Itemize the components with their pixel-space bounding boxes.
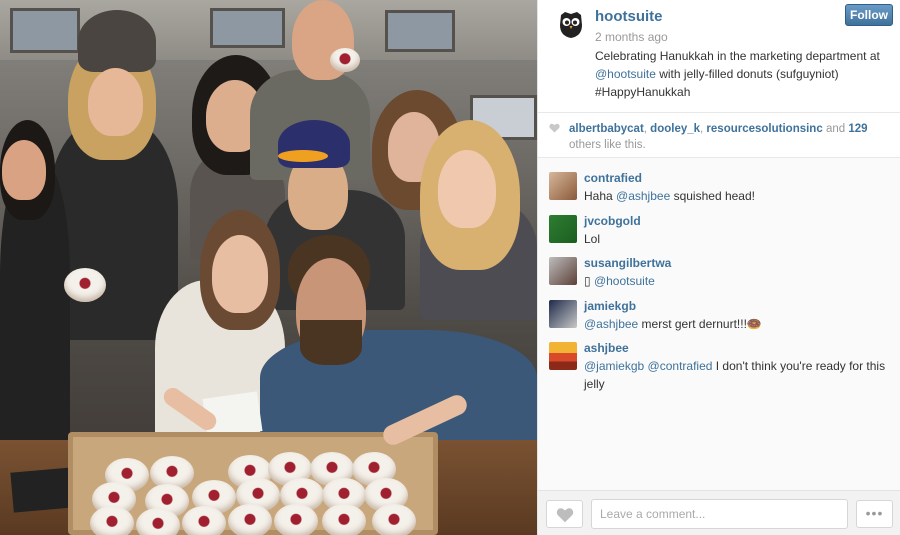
- commenter-avatar[interactable]: [549, 172, 577, 200]
- more-options-button[interactable]: •••: [856, 500, 893, 528]
- likes-count[interactable]: 129: [848, 123, 867, 135]
- owl-logo-icon[interactable]: [558, 11, 584, 39]
- comment-body: merst gert dernurt!!!🍩: [638, 316, 762, 331]
- comment-mention-link[interactable]: @ashjbee: [616, 189, 670, 203]
- comment-item: contrafied Haha @ashjbee squished head!: [538, 166, 900, 209]
- donut: [136, 508, 180, 535]
- post-photo: [0, 0, 537, 535]
- donut: [228, 504, 272, 535]
- like-button[interactable]: [546, 500, 583, 528]
- cap-brim: [278, 150, 328, 162]
- likes-and: and: [825, 123, 846, 135]
- commenter-avatar[interactable]: [549, 299, 577, 328]
- comment-text: @jamiekgb @contrafied I don't think you'…: [584, 357, 889, 393]
- beard: [300, 320, 362, 365]
- person-face: [2, 140, 46, 200]
- donut: [372, 504, 416, 535]
- person-face: [438, 150, 496, 228]
- donut: [182, 506, 226, 535]
- held-donut: [64, 268, 106, 302]
- comment-author[interactable]: ashjbee: [584, 341, 629, 355]
- comment-body: ▯: [584, 274, 594, 288]
- commenter-avatar[interactable]: [549, 214, 577, 243]
- post-detail-panel: hootsuite Follow 2 months ago Celebratin…: [537, 0, 900, 535]
- comment-text: @ashjbee merst gert dernurt!!!🍩: [584, 315, 889, 333]
- donut: [274, 504, 318, 535]
- office-window: [10, 8, 80, 53]
- comments-list[interactable]: contrafied Haha @ashjbee squished head! …: [538, 158, 900, 490]
- comment-body: Haha: [584, 189, 617, 203]
- follow-button[interactable]: Follow: [845, 4, 893, 26]
- commenter-avatar[interactable]: [549, 342, 577, 370]
- heart-icon: [549, 123, 560, 133]
- liker-link[interactable]: albertbabycat: [569, 123, 644, 135]
- comment-body: Lol: [584, 231, 601, 246]
- comment-body: squished head!: [670, 189, 755, 203]
- commenter-avatar[interactable]: [549, 257, 577, 285]
- likes-suffix: others like this.: [569, 139, 646, 151]
- comment-text: Haha @ashjbee squished head!: [584, 187, 889, 205]
- comment-item: jvcobgold Lol: [538, 209, 900, 252]
- heart-icon: [556, 508, 574, 523]
- comment-item: jamiekgb @ashjbee merst gert dernurt!!!🍩: [538, 294, 900, 337]
- comment-author[interactable]: jamiekgb: [584, 299, 636, 313]
- comment-item: susangilbertwa ▯ @hootsuite: [538, 251, 900, 294]
- comment-text: ▯ @hootsuite: [584, 272, 889, 290]
- beanie-hat: [78, 10, 156, 72]
- donut: [90, 506, 134, 535]
- comment-item: ashjbee @jamiekgb @contrafied I don't th…: [538, 336, 900, 391]
- comment-author[interactable]: contrafied: [584, 171, 642, 185]
- comment-author[interactable]: susangilbertwa: [584, 256, 671, 270]
- black-napkin: [10, 467, 76, 513]
- comment-mention-link[interactable]: @jamiekgb @contrafied: [584, 359, 712, 373]
- comment-author[interactable]: jvcobgold: [584, 214, 641, 228]
- office-window: [385, 10, 455, 52]
- held-donut: [330, 48, 360, 72]
- comment-input[interactable]: [591, 499, 848, 529]
- office-window: [210, 8, 285, 48]
- comment-mention-link[interactable]: @hootsuite: [594, 274, 655, 288]
- person-face: [212, 235, 268, 313]
- post-username[interactable]: hootsuite: [595, 8, 663, 25]
- post-timestamp: 2 months ago: [595, 30, 668, 44]
- post-header: hootsuite Follow 2 months ago Celebratin…: [538, 0, 900, 112]
- comment-mention-link[interactable]: @ashjbee: [584, 317, 638, 331]
- post-caption: Celebrating Hanukkah in the marketing de…: [595, 47, 891, 101]
- caption-mention-link[interactable]: @hootsuite: [595, 67, 656, 81]
- caption-text: Celebrating Hanukkah in the marketing de…: [595, 49, 880, 63]
- donut: [322, 504, 366, 535]
- liker-link[interactable]: dooley_k: [650, 123, 700, 135]
- comment-text: Lol: [584, 230, 889, 248]
- liker-link[interactable]: resourcesolutionsinc: [706, 123, 822, 135]
- likes-summary: albertbabycat, dooley_k, resourcesolutio…: [538, 112, 900, 158]
- likes-text: albertbabycat, dooley_k, resourcesolutio…: [569, 123, 868, 151]
- comment-footer: •••: [538, 490, 900, 535]
- person-face: [88, 68, 143, 136]
